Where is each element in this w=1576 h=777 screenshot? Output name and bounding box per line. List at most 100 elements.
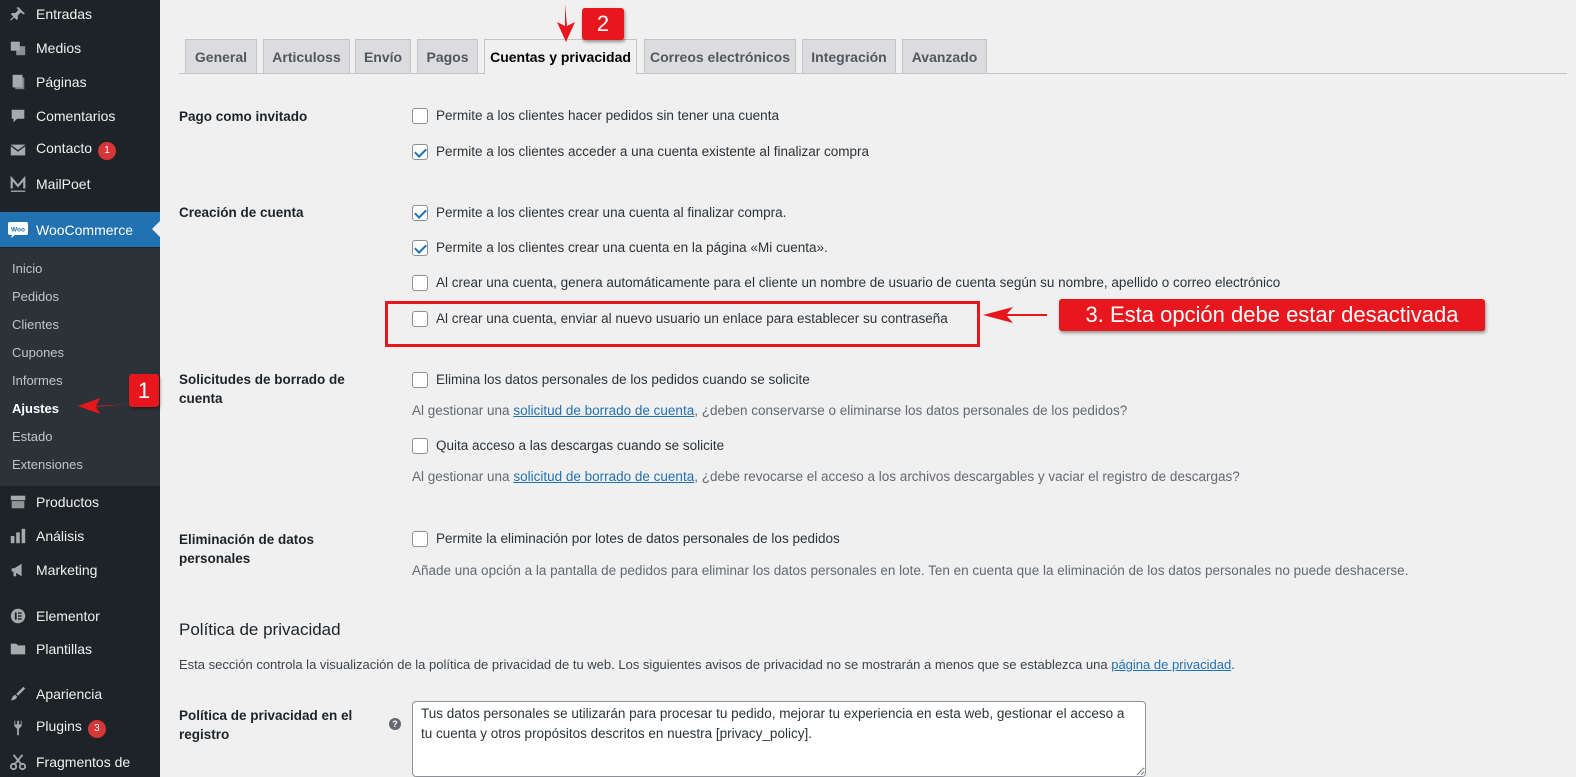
- signup-checkout-checkbox[interactable]: [412, 205, 428, 221]
- menu-mailpoet[interactable]: MailPoet: [0, 167, 160, 201]
- mail-icon: [8, 140, 28, 160]
- step-3-arrow: [983, 307, 1047, 323]
- signup-checkout-option: Permite a los clientes crear una cuenta …: [436, 205, 787, 220]
- menu-productos[interactable]: Productos: [0, 485, 160, 519]
- desc-text: Al gestionar una: [412, 469, 514, 484]
- tab-general[interactable]: General: [185, 39, 257, 74]
- erase-downloads-option: Quita acceso a las descargas cuando se s…: [436, 438, 725, 453]
- svg-text:Woo: Woo: [11, 226, 25, 233]
- tab-envio[interactable]: Envío: [355, 39, 411, 74]
- label-line: personales: [179, 551, 251, 566]
- tab-correos[interactable]: Correos electrónicos: [644, 39, 796, 74]
- woo-icon: Woo: [8, 220, 28, 240]
- menu-woocommerce[interactable]: Woo WooCommerce: [0, 212, 160, 247]
- label-line: Política de privacidad en el: [179, 708, 353, 723]
- guest-checkout-option: Permite a los clientes hacer pedidos sin…: [436, 108, 779, 123]
- menu-label-text: Contacto: [36, 140, 93, 156]
- megaphone-icon: [8, 560, 28, 580]
- bulk-removal-description: Añade una opción a la pantalla de pedido…: [412, 563, 1409, 578]
- tab-articuloss[interactable]: Articuloss: [263, 39, 350, 74]
- menu-elementor[interactable]: Elementor: [0, 599, 160, 633]
- personal-data-removal-label: Eliminación de datos personales: [179, 530, 369, 568]
- woocommerce-submenu: Inicio Pedidos Clientes Cupones Informes…: [0, 248, 160, 486]
- menu-label: Productos: [36, 494, 100, 510]
- tab-avanzado[interactable]: Avanzado: [902, 39, 987, 74]
- label-line: Eliminación de datos: [179, 532, 315, 547]
- erasure-request-link[interactable]: solicitud de borrado de cuenta: [513, 469, 694, 484]
- step-1-badge: 1: [129, 374, 159, 407]
- menu-analisis[interactable]: Análisis: [0, 519, 160, 553]
- signup-myaccount-option: Permite a los clientes crear una cuenta …: [436, 240, 828, 255]
- folder-icon: [8, 639, 28, 659]
- menu-label: Entradas: [36, 6, 93, 22]
- label-line: Solicitudes de borrado de: [179, 372, 345, 387]
- generate-username-option: Al crear una cuenta, genera automáticame…: [436, 275, 1281, 290]
- privacy-page-link[interactable]: página de privacidad: [1111, 657, 1231, 672]
- submenu-inicio[interactable]: Inicio: [12, 261, 42, 276]
- erasure-request-link[interactable]: solicitud de borrado de cuenta: [513, 403, 694, 418]
- submenu-estado[interactable]: Estado: [12, 429, 52, 444]
- menu-marketing[interactable]: Marketing: [0, 553, 160, 587]
- menu-label: Apariencia: [36, 686, 103, 702]
- menu-apariencia[interactable]: Apariencia: [0, 677, 160, 711]
- privacy-policy-description: Esta sección controla la visualización d…: [179, 657, 1235, 672]
- step-2-badge: 2: [582, 8, 624, 40]
- pin-icon: [8, 4, 28, 24]
- desc-text: Al gestionar una: [412, 403, 514, 418]
- guest-checkout-label: Pago como invitado: [179, 109, 308, 124]
- pages-icon: [8, 72, 28, 92]
- menu-label: Comentarios: [36, 108, 116, 124]
- login-checkout-checkbox[interactable]: [412, 144, 428, 160]
- step-1-arrow: [78, 398, 130, 414]
- mailpoet-icon: [8, 174, 28, 194]
- menu-label: Análisis: [36, 528, 85, 544]
- tab-pagos[interactable]: Pagos: [417, 39, 478, 74]
- erase-order-data-description: Al gestionar una solicitud de borrado de…: [412, 403, 1127, 419]
- erase-order-data-option: Elimina los datos personales de los pedi…: [436, 372, 810, 387]
- menu-comentarios[interactable]: Comentarios: [0, 99, 160, 133]
- help-icon[interactable]: ?: [389, 718, 401, 730]
- step-2-arrow: [557, 4, 575, 42]
- erasure-requests-label: Solicitudes de borrado de cuenta: [179, 370, 369, 408]
- menu-medios[interactable]: Medios: [0, 31, 160, 65]
- elementor-icon: [8, 606, 28, 626]
- notification-badge: 1: [98, 142, 117, 160]
- plugin-icon: [8, 718, 28, 738]
- account-creation-label: Creación de cuenta: [179, 205, 304, 220]
- guest-checkout-checkbox[interactable]: [412, 108, 428, 124]
- menu-label-text: Plugins: [36, 718, 82, 734]
- menu-label: Medios: [36, 40, 82, 56]
- label-line: cuenta: [179, 391, 223, 406]
- highlight-rectangle: [385, 301, 980, 347]
- scissors-icon: [8, 752, 28, 772]
- comments-icon: [8, 106, 28, 126]
- menu-label: MailPoet: [36, 176, 91, 192]
- submenu-ajustes[interactable]: Ajustes: [12, 401, 59, 416]
- tab-integracion[interactable]: Integración: [802, 39, 896, 74]
- menu-fragmentos[interactable]: Fragmentos de: [0, 745, 160, 777]
- chart-icon: [8, 526, 28, 546]
- tab-cuentas-privacidad[interactable]: Cuentas y privacidad: [484, 39, 637, 75]
- registration-privacy-label: Política de privacidad en el registro: [179, 706, 369, 744]
- signup-myaccount-checkbox[interactable]: [412, 240, 428, 256]
- menu-paginas[interactable]: Páginas: [0, 65, 160, 99]
- submenu-cupones[interactable]: Cupones: [12, 345, 64, 360]
- erase-downloads-checkbox[interactable]: [412, 438, 428, 454]
- submenu-informes[interactable]: Informes: [12, 373, 63, 388]
- submenu-clientes[interactable]: Clientes: [12, 317, 59, 332]
- bulk-removal-checkbox[interactable]: [412, 531, 428, 547]
- erase-order-data-checkbox[interactable]: [412, 372, 428, 388]
- generate-username-checkbox[interactable]: [412, 275, 428, 291]
- menu-contacto[interactable]: Contacto 1: [0, 133, 160, 167]
- menu-plantillas[interactable]: Plantillas: [0, 632, 160, 666]
- registration-privacy-textarea[interactable]: [412, 701, 1146, 777]
- menu-label: Plantillas: [36, 641, 93, 657]
- menu-entradas[interactable]: Entradas: [0, 0, 160, 31]
- label-line: registro: [179, 727, 230, 742]
- desc-text: .: [1231, 657, 1235, 672]
- bulk-removal-option: Permite la eliminación por lotes de dato…: [436, 531, 840, 546]
- menu-plugins[interactable]: Plugins 3: [0, 711, 160, 745]
- submenu-pedidos[interactable]: Pedidos: [12, 289, 59, 304]
- submenu-extensiones[interactable]: Extensiones: [12, 457, 83, 472]
- menu-label: WooCommerce: [36, 221, 133, 238]
